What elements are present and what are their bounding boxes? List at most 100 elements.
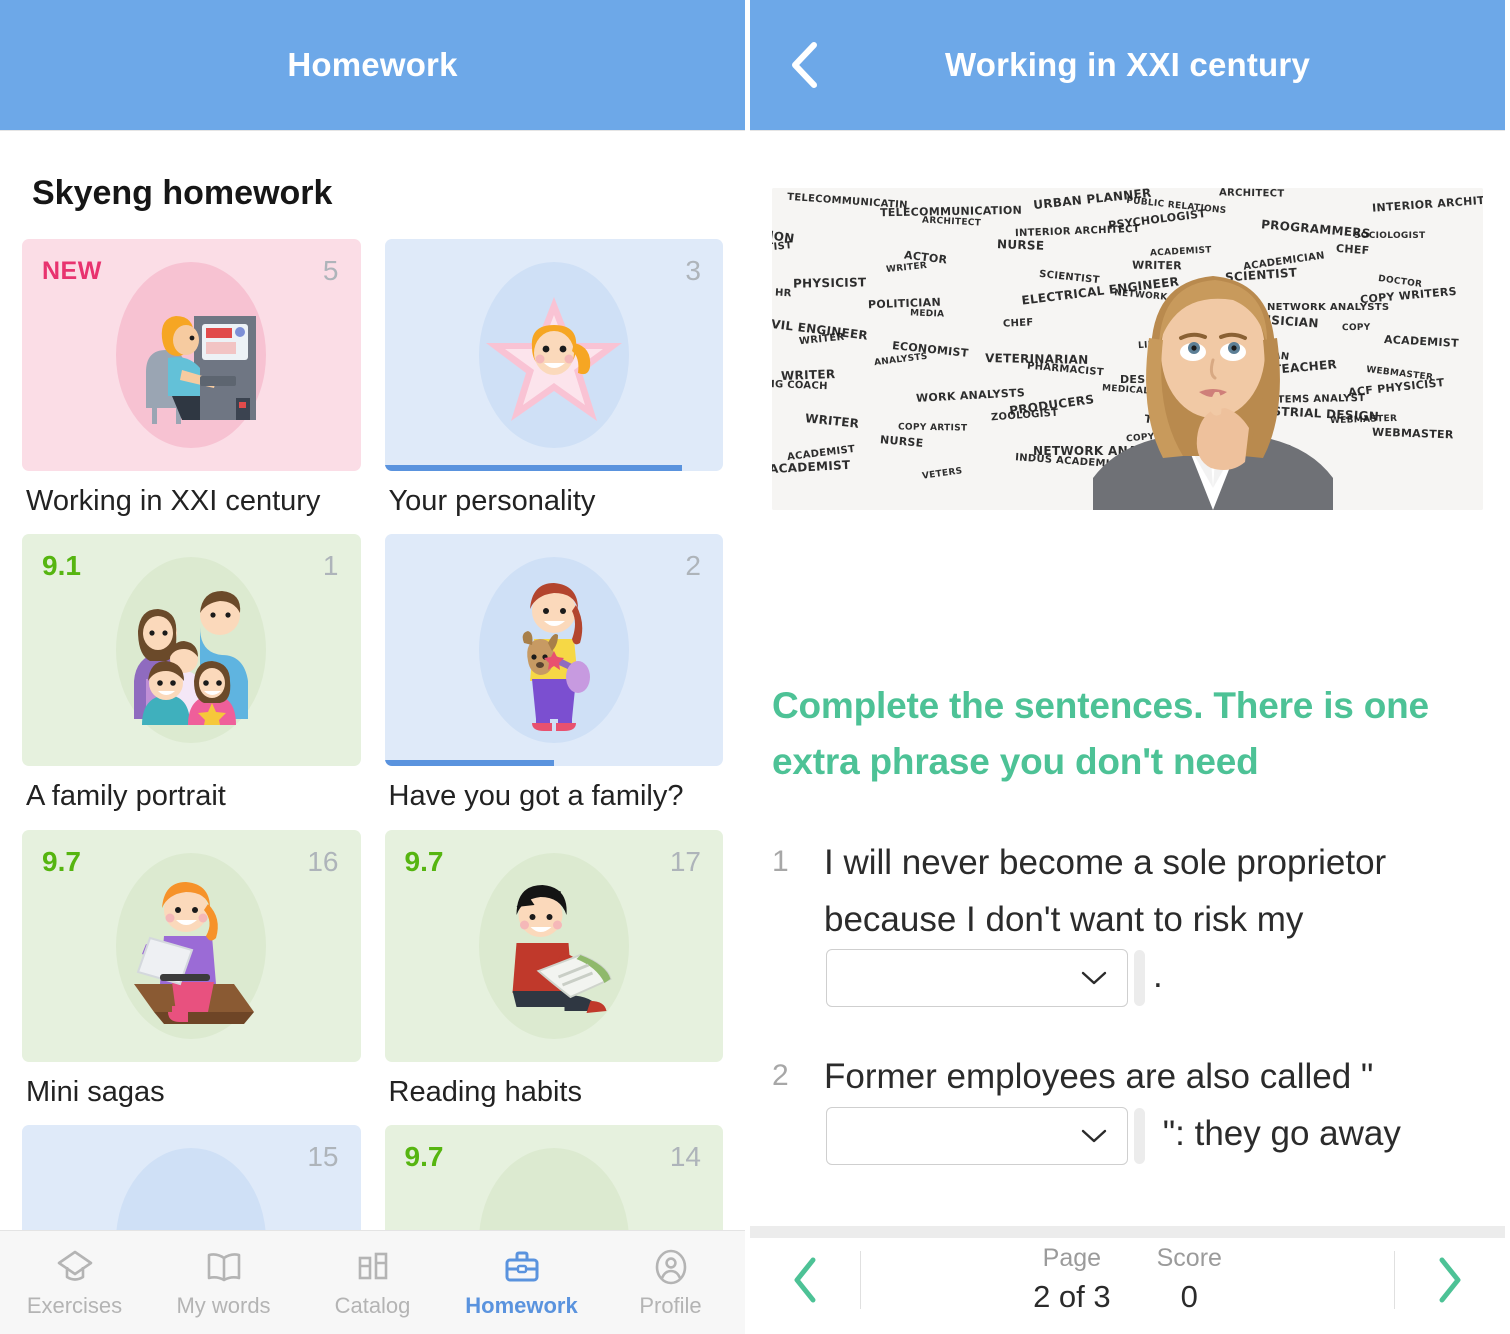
bottom-navigation: Exercises My words Catalog Homework Profile <box>0 1230 745 1334</box>
card-index: 5 <box>322 255 339 286</box>
next-page-button[interactable] <box>1395 1255 1505 1305</box>
card-progress-track <box>384 465 724 471</box>
new-badge: NEW <box>42 257 102 285</box>
card-score-badge: 9.7 <box>42 845 81 877</box>
card-score-badge: 9.7 <box>404 845 444 877</box>
profile-person-icon <box>651 1247 691 1287</box>
app-screen: Homework Skyeng homework NEW 5 Working in … <box>0 0 1510 1334</box>
exercise-footer: Page 2 of 3 Score 0 <box>750 1225 1505 1334</box>
question-number: 2 <box>772 1059 789 1093</box>
answer-status-bar <box>1134 1107 1145 1164</box>
card-label: Mini sagas <box>26 1075 165 1108</box>
homework-card[interactable]: 9.7 17 <box>384 829 723 1062</box>
horizontal-scroll-rail[interactable] <box>750 1226 1505 1238</box>
nav-item-label: Homework <box>465 1292 578 1318</box>
profession-word: BIG COACH <box>772 378 828 393</box>
homework-card-cell: 2 Have you got a family? <box>384 534 723 829</box>
profession-word: NURSE <box>879 433 925 450</box>
back-button[interactable] <box>776 37 832 93</box>
exercise-appbar: Working in XXI century <box>750 0 1505 130</box>
profession-word: PSYCHOLOGIST <box>1107 207 1207 232</box>
card-index: 1 <box>322 550 339 582</box>
exercise-hero-image: TELECOMMUNICATIN TELECOMMUNICATION URBAN P… <box>772 188 1483 510</box>
homework-card[interactable]: 9.1 1 <box>22 534 361 767</box>
homework-card-cell: 9.7 17 Reading habits <box>384 829 723 1125</box>
homework-card[interactable]: 9.7 14 <box>384 1125 723 1230</box>
score-value: 0 <box>1180 1278 1198 1314</box>
nav-item-my-words[interactable]: My words <box>149 1247 298 1319</box>
chevron-right-icon <box>1439 1257 1461 1303</box>
nav-item-label: Exercises <box>26 1292 123 1318</box>
exercise-panel: Working in XXI century TELECOMMUNICATIN T… <box>750 0 1505 1334</box>
card-label: Have you got a family? <box>388 780 684 813</box>
answer-status-bar <box>1134 950 1145 1007</box>
homework-card-cell: 9.7 14 <box>384 1125 723 1230</box>
page-indicator: Page 2 of 3 <box>1033 1242 1111 1318</box>
question-item: 1 I will never become a sole proprietor b… <box>772 835 1483 1008</box>
profession-word: ACADEMIST <box>772 457 851 477</box>
open-book-icon <box>204 1247 244 1287</box>
question-item: 2 Former employees are also called " ": t… <box>772 1049 1483 1165</box>
nav-item-label: My words <box>176 1292 271 1318</box>
card-score-badge: 9.7 <box>404 1141 444 1173</box>
profession-word: WORK ANALYSTS <box>915 386 1026 405</box>
nav-item-profile[interactable]: Profile <box>596 1247 745 1319</box>
homework-appbar: Homework <box>0 0 745 130</box>
profession-word: ARTIST <box>772 240 793 255</box>
homework-card-cell: 9.7 16 Mini sagas <box>22 829 361 1125</box>
profession-word: ACADEMIST <box>1383 333 1460 350</box>
card-label: Working in XXI century <box>26 485 321 517</box>
profession-word: PHYSICIST <box>792 275 867 291</box>
question-body: Former employees are also called " ": th… <box>824 1049 1483 1165</box>
profession-word: COPY WRITERS <box>1359 284 1458 307</box>
card-index: 2 <box>685 550 701 582</box>
page-caption: Page <box>1042 1244 1102 1273</box>
profession-word: WRITER <box>804 411 860 431</box>
card-label: A family portrait <box>26 780 226 813</box>
nav-item-label: Profile <box>639 1292 702 1318</box>
homework-card-cell: 15 <box>22 1125 361 1230</box>
homework-card[interactable]: 2 <box>384 534 723 767</box>
homework-card[interactable]: NEW 5 <box>22 239 361 471</box>
homework-card[interactable]: 15 <box>22 1125 361 1230</box>
card-index: 3 <box>685 255 701 286</box>
question-list: 1 I will never become a sole proprietor b… <box>772 835 1483 1165</box>
nav-item-exercises[interactable]: Exercises <box>0 1247 149 1319</box>
homework-scroll-area[interactable]: Skyeng homework NEW 5 Working in XXI centu… <box>0 130 745 1230</box>
question-text: Former employees are also called " <box>824 1057 1374 1097</box>
exercise-scroll-area[interactable]: TELECOMMUNICATIN TELECOMMUNICATION URBAN P… <box>750 130 1505 1225</box>
homework-card[interactable]: 9.7 16 <box>22 829 361 1062</box>
card-index: 14 <box>669 1141 701 1173</box>
page-value: 2 of 3 <box>1033 1278 1111 1314</box>
chevron-down-icon <box>1081 971 1107 985</box>
answer-dropdown[interactable] <box>826 1106 1128 1165</box>
score-caption: Score <box>1156 1244 1222 1273</box>
profession-word: COPY ARTIST <box>897 422 968 434</box>
chevron-left-icon <box>792 42 817 88</box>
question-text: I will never become a sole proprietor be… <box>824 843 1387 939</box>
homework-card[interactable]: 3 <box>384 239 724 471</box>
nav-item-catalog[interactable]: Catalog <box>298 1247 447 1319</box>
profession-word: ZOOLOGIST <box>990 407 1059 424</box>
answer-dropdown[interactable] <box>826 949 1128 1008</box>
profession-word: NURSE <box>996 237 1045 253</box>
card-label: Reading habits <box>388 1075 582 1108</box>
page-title: Skyeng homework <box>32 174 333 212</box>
homework-card-cell: 9.1 1 A family portrait <box>22 534 361 829</box>
nav-item-homework[interactable]: Homework <box>447 1247 596 1319</box>
card-label: Your personality <box>388 485 596 517</box>
homework-list-panel: Homework Skyeng homework NEW 5 Working in … <box>0 0 750 1334</box>
thinking-woman-photo <box>1093 276 1333 510</box>
homework-card-cell: NEW 5 Working in XXI century <box>22 239 361 534</box>
profession-word: SOCIOLOGIST <box>1354 231 1426 241</box>
prev-page-button[interactable] <box>750 1255 860 1305</box>
catalog-bars-icon <box>353 1247 393 1287</box>
profession-word: ARCHITECT <box>921 215 982 229</box>
homework-card-grid: NEW 5 Working in XXI century 3 Your personal… <box>22 239 723 1230</box>
card-score-badge: 9.1 <box>42 550 81 582</box>
briefcase-icon <box>502 1247 542 1287</box>
question-body: I will never become a sole proprietor be… <box>824 835 1483 1008</box>
chevron-down-icon <box>1081 1129 1107 1142</box>
profession-word: WRITER <box>885 260 928 276</box>
profession-word: ARCHITECT <box>1218 188 1285 200</box>
